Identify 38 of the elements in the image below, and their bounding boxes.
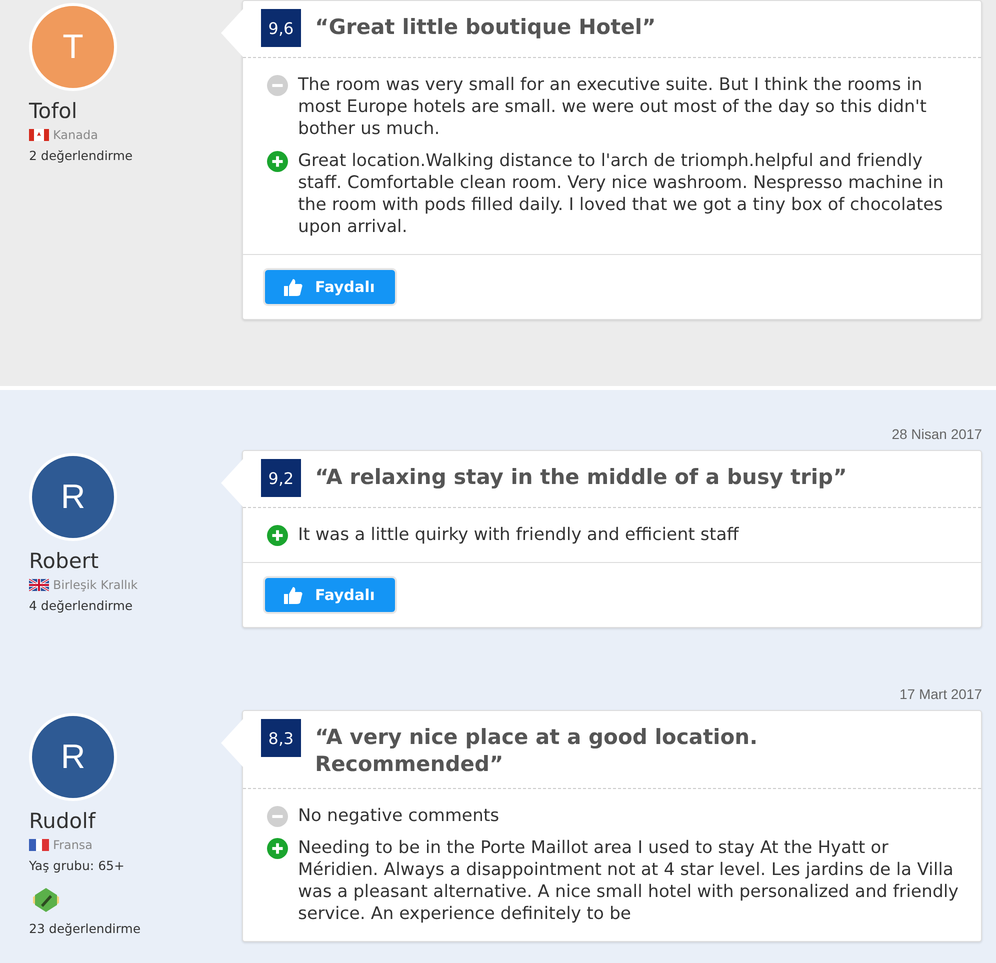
comment-text: Needing to be in the Porte Maillot area I used to stay At the Hyatt or Méridien. Always a disappointment not at 4 star level. Les jardins de la Villa was a pleasant alternative. A nice small hotel with personalized and friendly service. An experience definitely to be bbox=[298, 837, 960, 925]
review-title: “A relaxing stay in the middle of a busy trip” bbox=[315, 464, 847, 491]
review-title: “A very nice place at a good location. Recommended” bbox=[315, 724, 759, 778]
review-count: 2 değerlendirme bbox=[29, 148, 133, 163]
reviewer-country: Birleşik Krallık bbox=[53, 578, 138, 592]
avatar: R bbox=[29, 713, 117, 801]
reviewer-country: Kanada bbox=[53, 128, 98, 142]
minus-icon bbox=[267, 75, 288, 96]
minus-icon bbox=[267, 806, 288, 827]
thumbs-up-icon bbox=[283, 586, 303, 604]
reviewer-name: Robert bbox=[29, 549, 99, 573]
flag-icon bbox=[29, 839, 49, 851]
review-title: “Great little boutique Hotel” bbox=[315, 14, 656, 41]
plus-icon bbox=[267, 151, 288, 172]
avatar: R bbox=[29, 453, 117, 541]
reviewer-name: Rudolf bbox=[29, 809, 96, 833]
comment-text: The room was very small for an executive suite. But I think the rooms in most Europe hotels are small. we were out most of the day so this didn't bother us much. bbox=[298, 74, 928, 140]
score-badge: 8,3 bbox=[261, 719, 301, 757]
avatar: T bbox=[29, 3, 117, 91]
comment-text: No negative comments bbox=[298, 805, 500, 827]
thumbs-up-icon bbox=[283, 278, 303, 296]
review-date: 28 Nisan 2017 bbox=[892, 426, 982, 442]
helpful-button[interactable]: Faydalı bbox=[265, 270, 395, 304]
plus-icon bbox=[267, 838, 288, 859]
plus-icon bbox=[267, 525, 288, 546]
age-group: Yaş grubu: 65+ bbox=[29, 858, 124, 873]
helpful-button[interactable]: Faydalı bbox=[265, 578, 395, 612]
review-count: 23 değerlendirme bbox=[29, 921, 141, 936]
flag-icon bbox=[29, 579, 49, 591]
comment-text: It was a little quirky with friendly and efficient staff bbox=[298, 524, 739, 546]
comment-text: Great location.Walking distance to l'arch de triomph.helpful and friendly staff. Comfortable clean room. Very nice washroom. Nespresso machine in the room with pods filled daily. I loved that we got a tiny box of chocolates upon arrival. bbox=[298, 150, 945, 238]
reviewer-name: Tofol bbox=[29, 99, 78, 123]
score-badge: 9,6 bbox=[261, 9, 301, 47]
score-badge: 9,2 bbox=[261, 459, 301, 497]
review-count: 4 değerlendirme bbox=[29, 598, 133, 613]
flag-icon bbox=[29, 129, 49, 141]
review-date: 17 Mart 2017 bbox=[900, 686, 982, 702]
reviewer-country: Fransa bbox=[53, 838, 93, 852]
